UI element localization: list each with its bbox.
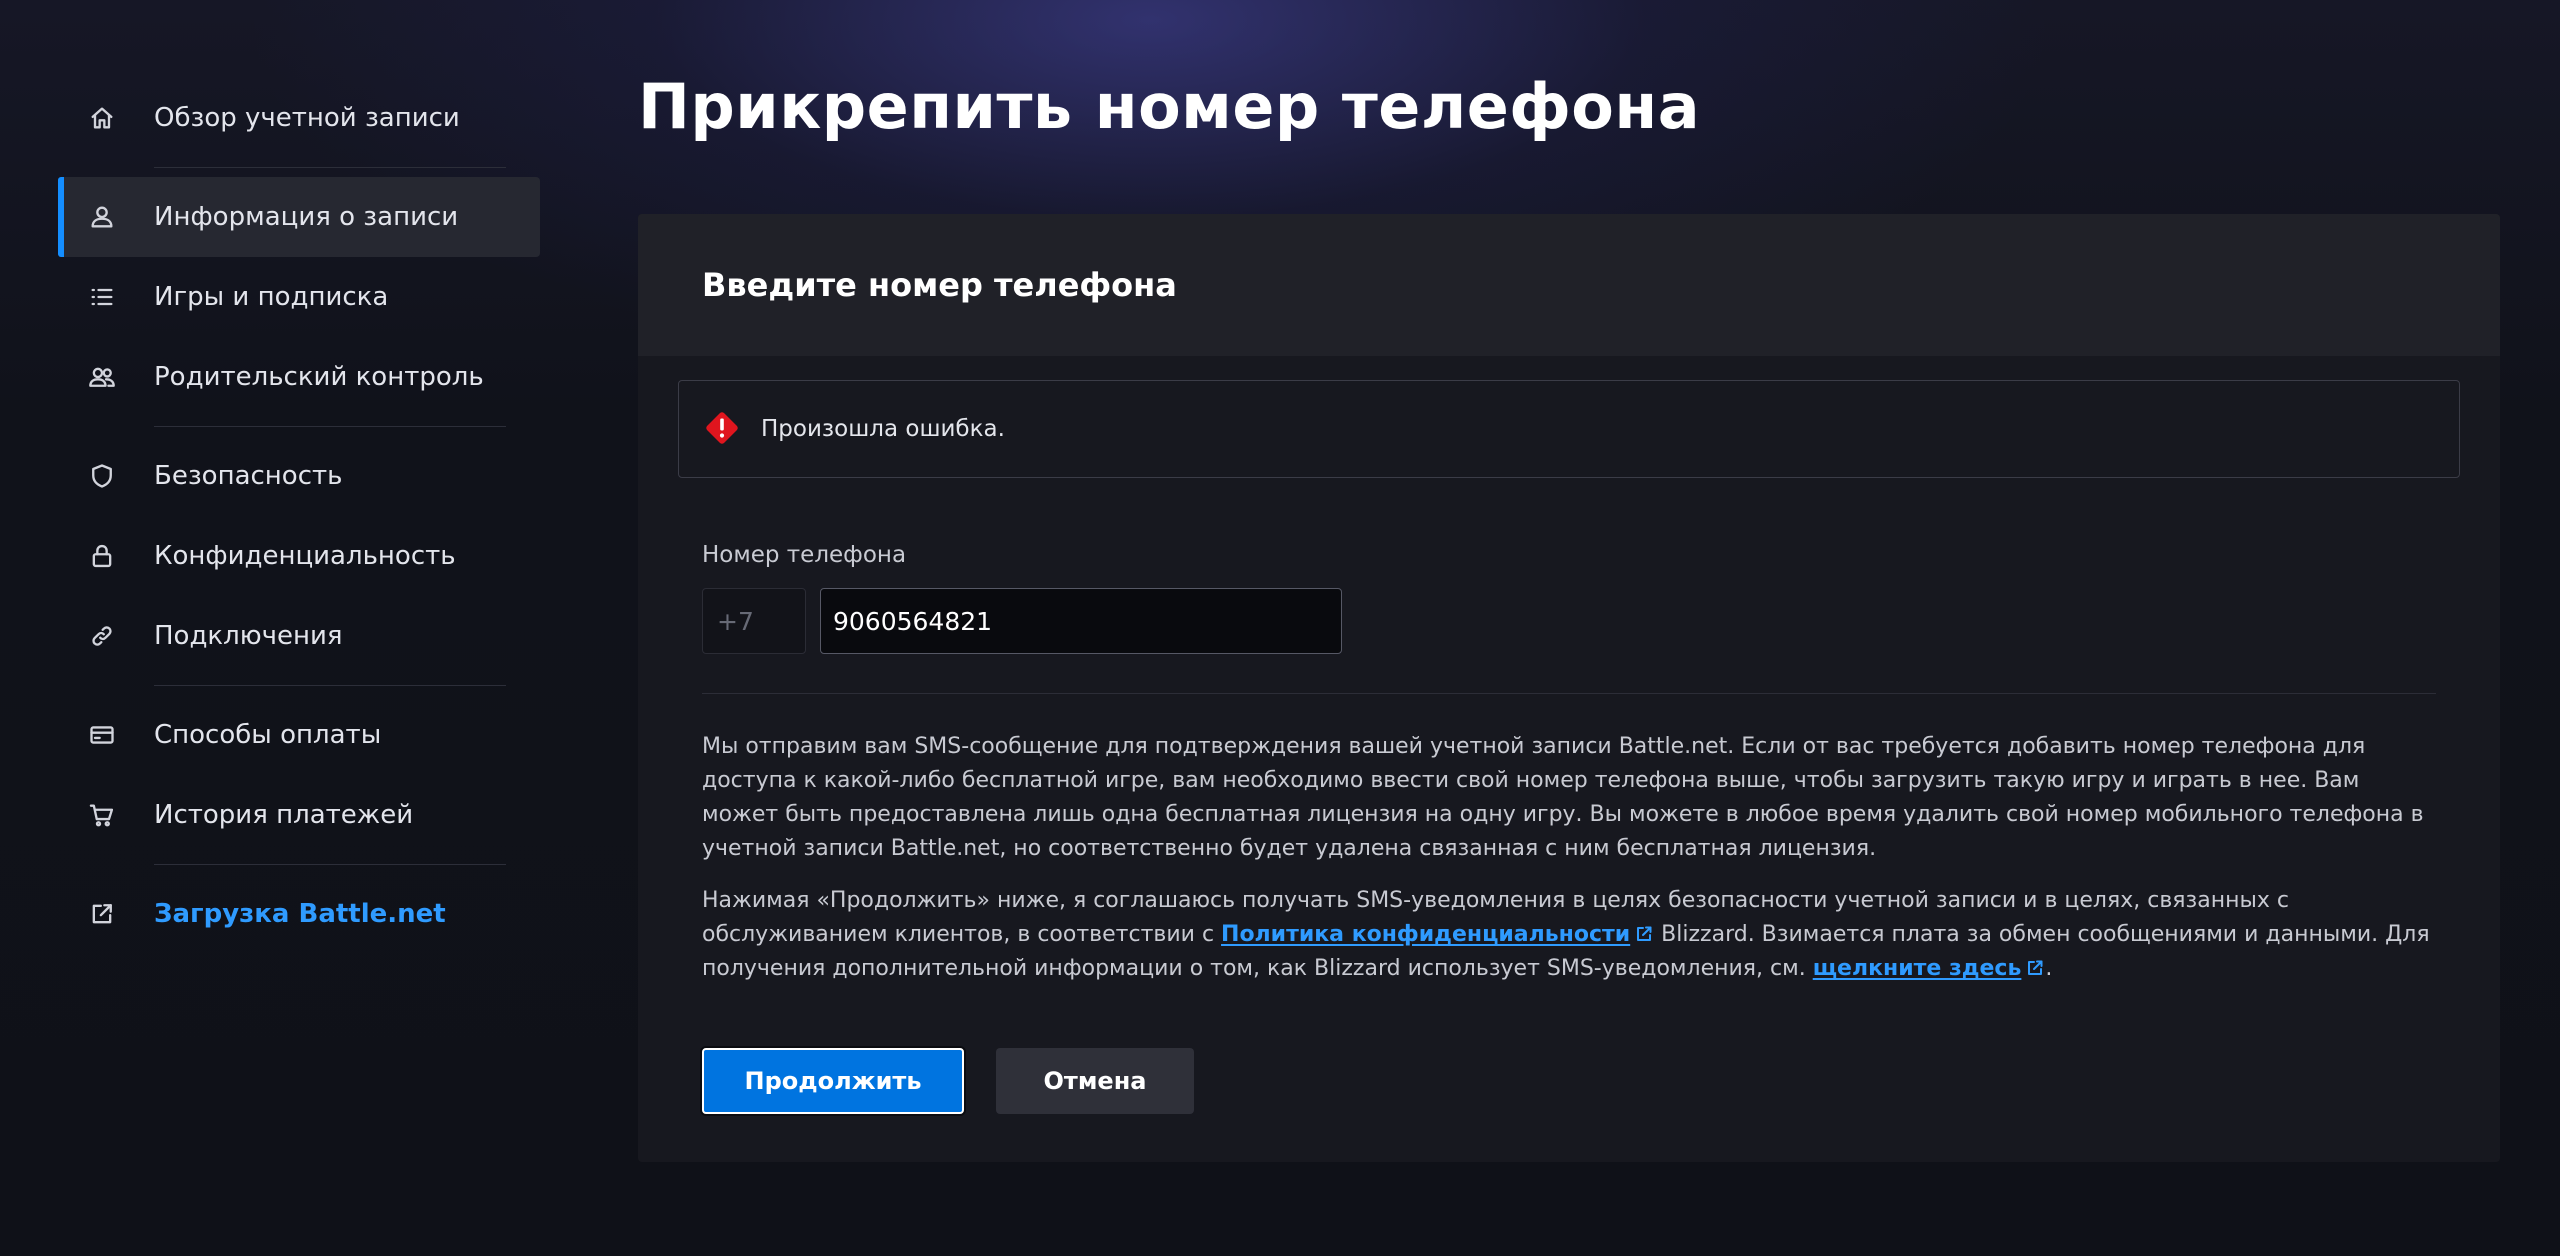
credit-card-icon xyxy=(86,719,118,751)
sidebar-item-privacy[interactable]: Конфиденциальность xyxy=(58,516,540,596)
click-here-link-label: щелкните здесь xyxy=(1812,956,2022,981)
sidebar-item-label: Обзор учетной записи xyxy=(154,103,460,133)
consent-text-part3: . xyxy=(2045,956,2053,981)
page-title: Прикрепить номер телефона xyxy=(638,70,1701,143)
external-link-icon xyxy=(86,898,118,930)
error-message: Произошла ошибка. xyxy=(761,416,1005,442)
error-icon xyxy=(706,412,738,444)
sidebar-item-security[interactable]: Безопасность xyxy=(58,436,540,516)
external-link-icon xyxy=(2025,955,2045,975)
sidebar-item-account-info[interactable]: Информация о записи xyxy=(58,177,540,257)
consent-text: Нажимая «Продолжить» ниже, я соглашаюсь … xyxy=(702,884,2436,986)
sidebar-item-payment-history[interactable]: История платежей xyxy=(58,775,540,855)
external-link-icon xyxy=(1634,921,1654,941)
continue-button[interactable]: Продолжить xyxy=(702,1048,964,1114)
sidebar-item-label: Безопасность xyxy=(154,461,343,491)
sidebar-item-parental-control[interactable]: Родительский контроль xyxy=(58,337,540,417)
sidebar-item-connections[interactable]: Подключения xyxy=(58,596,540,676)
users-icon xyxy=(86,361,118,393)
divider xyxy=(702,693,2436,694)
phone-form-card: Введите номер телефона Произошла ошибка.… xyxy=(638,214,2500,1162)
sidebar-item-payment-methods[interactable]: Способы оплаты xyxy=(58,695,540,775)
privacy-policy-link[interactable]: Политика конфиденциальности xyxy=(1221,922,1630,947)
cancel-button[interactable]: Отмена xyxy=(996,1048,1194,1114)
sidebar-divider xyxy=(154,864,506,865)
card-header: Введите номер телефона xyxy=(638,214,2500,356)
sidebar-item-label: Информация о записи xyxy=(154,202,459,232)
privacy-policy-link-label: Политика конфиденциальности xyxy=(1221,922,1631,947)
sidebar-item-label: Способы оплаты xyxy=(154,720,382,750)
sidebar-item-games-subscriptions[interactable]: Игры и подписка xyxy=(58,257,540,337)
sidebar-item-account-overview[interactable]: Обзор учетной записи xyxy=(58,78,540,158)
lock-icon xyxy=(86,540,118,572)
sidebar-item-label: Загрузка Battle.net xyxy=(154,899,446,929)
cart-icon xyxy=(86,799,118,831)
sidebar-item-label: Игры и подписка xyxy=(154,282,389,312)
sidebar-divider xyxy=(154,167,506,168)
sms-info-text: Мы отправим вам SMS-сообщение для подтве… xyxy=(702,734,2424,861)
click-here-link[interactable]: щелкните здесь xyxy=(1813,956,2022,981)
shield-icon xyxy=(86,460,118,492)
sidebar-item-label: История платежей xyxy=(154,800,414,830)
user-icon xyxy=(86,201,118,233)
sidebar-item-label: Конфиденциальность xyxy=(154,541,456,571)
card-title: Введите номер телефона xyxy=(702,266,1177,304)
sidebar-divider xyxy=(154,426,506,427)
phone-number-input[interactable] xyxy=(820,588,1342,654)
country-code-prefix: +7 xyxy=(702,588,806,654)
home-icon xyxy=(86,102,118,134)
sidebar: Обзор учетной записи Информация о записи… xyxy=(58,78,540,954)
phone-number-label: Номер телефона xyxy=(702,542,907,568)
sidebar-item-download-battlenet[interactable]: Загрузка Battle.net xyxy=(58,874,540,954)
sidebar-item-label: Подключения xyxy=(154,621,343,651)
sidebar-item-label: Родительский контроль xyxy=(154,362,484,392)
error-alert: Произошла ошибка. xyxy=(678,380,2460,478)
list-icon xyxy=(86,281,118,313)
sidebar-divider xyxy=(154,685,506,686)
link-icon xyxy=(86,620,118,652)
